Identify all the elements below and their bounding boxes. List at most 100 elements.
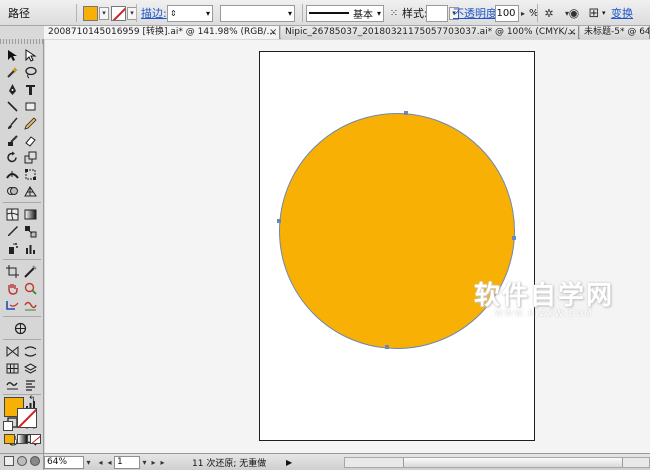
recolor-artwork-button[interactable]: ✲ xyxy=(541,0,557,26)
selected-circle-shape[interactable] xyxy=(279,113,515,349)
color-mode-icon[interactable] xyxy=(4,434,15,444)
free-transform-tool-icon[interactable] xyxy=(22,166,39,182)
fill-swatch[interactable] xyxy=(83,5,98,21)
zoom-control[interactable]: 64% ▾ xyxy=(44,455,93,469)
stroke-weight-field[interactable]: ⇕ ▾ xyxy=(167,0,213,26)
fill-color-control[interactable]: ▾ xyxy=(83,0,109,26)
gradient-mode-icon[interactable] xyxy=(17,434,28,444)
perspective-grid-tool-icon[interactable] xyxy=(22,183,39,199)
bow-tie-tool-icon[interactable] xyxy=(4,343,21,359)
line-segment-tool-icon[interactable] xyxy=(4,98,21,114)
draw-normal-icon[interactable] xyxy=(4,456,14,466)
tab-document-3[interactable]: 未标题-5* @ 64 xyxy=(580,26,650,39)
chevron-down-icon[interactable]: ▾ xyxy=(377,9,381,18)
draw-behind-icon[interactable] xyxy=(17,456,27,466)
paintbrush-tool-icon[interactable] xyxy=(4,115,21,131)
artboard-tool-icon[interactable] xyxy=(4,263,21,279)
target-icon[interactable]: ◉ xyxy=(566,0,582,26)
spiral-tool-icon[interactable] xyxy=(4,377,21,393)
chart-grid-tool-icon[interactable] xyxy=(4,360,21,376)
style-label: 样式: xyxy=(402,7,428,20)
stroke-color-control[interactable]: ▾ xyxy=(111,0,137,26)
stepper-icon[interactable]: ⇕ xyxy=(170,9,177,18)
gradient-tool-icon[interactable] xyxy=(22,206,39,222)
transform-panel-link[interactable]: 变换 xyxy=(611,5,633,21)
divider xyxy=(3,202,41,203)
rotate-tool-icon[interactable] xyxy=(4,149,21,165)
chevron-down-icon[interactable]: ▾ xyxy=(140,458,149,467)
brush-definition[interactable]: 基本 ▾ xyxy=(306,0,384,26)
text-align-tool-icon[interactable] xyxy=(22,377,39,393)
slice-tool-icon[interactable] xyxy=(22,263,39,279)
blob-brush-tool-icon[interactable] xyxy=(4,132,21,148)
chevron-down-icon[interactable]: ▾ xyxy=(99,6,109,20)
opacity-link-wrap[interactable]: 不透明度: xyxy=(453,0,501,26)
opacity-panel-link[interactable]: 不透明度: xyxy=(453,5,501,21)
first-artboard-icon[interactable]: ◂ xyxy=(96,458,105,467)
tab-label: 未标题-5* @ 64 xyxy=(584,27,650,37)
chevron-right-icon[interactable]: ▸ xyxy=(519,5,527,21)
stroke-link-wrap[interactable]: 描边: xyxy=(141,0,167,26)
close-icon[interactable]: × xyxy=(568,26,576,39)
layer-stack-tool-icon[interactable] xyxy=(22,360,39,376)
variable-width-profile[interactable]: ▾ xyxy=(220,0,295,26)
zoom-tool-icon[interactable] xyxy=(22,280,39,296)
pen-tool-icon[interactable] xyxy=(4,81,21,97)
last-artboard-icon[interactable]: ▸ xyxy=(158,458,167,467)
draw-inside-icon[interactable] xyxy=(30,456,40,466)
divider xyxy=(3,316,41,317)
none-mode-icon[interactable] xyxy=(30,434,41,444)
scale-tool-icon[interactable] xyxy=(22,149,39,165)
width-tool-icon[interactable] xyxy=(4,166,21,182)
default-colors-icon[interactable] xyxy=(3,421,13,431)
divider xyxy=(3,339,41,340)
opacity-field[interactable]: 100 ▸ % xyxy=(495,0,539,26)
tab-document-1[interactable]: 2008710145016959 [转换].ai* @ 141.98% (RGB… xyxy=(44,26,280,39)
pencil-tool-icon[interactable] xyxy=(22,115,39,131)
grid-options-icon[interactable]: ⁙ xyxy=(386,0,402,26)
stroke-color-box-none[interactable] xyxy=(17,408,37,428)
blend-tool-icon[interactable] xyxy=(22,223,39,239)
magic-wand-tool-icon[interactable] xyxy=(4,64,21,80)
column-graph-tool-icon[interactable] xyxy=(22,240,39,256)
wave-path-tool-icon[interactable] xyxy=(22,297,39,313)
isolate-link-wrap[interactable]: 变换 xyxy=(611,0,633,26)
direct-selection-tool-icon[interactable] xyxy=(22,47,39,63)
close-icon[interactable]: × xyxy=(269,26,277,39)
divider xyxy=(302,4,303,22)
align-grid-icon[interactable]: ⊞ ▾ xyxy=(586,0,606,26)
selection-tool-icon[interactable] xyxy=(4,47,21,63)
selection-type-label: 路径 xyxy=(8,0,30,26)
stroke-panel-link[interactable]: 描边: xyxy=(141,5,167,21)
join-path-tool-icon[interactable] xyxy=(4,297,21,313)
status-menu-arrow[interactable]: ▶ xyxy=(286,455,292,469)
type-tool-icon[interactable] xyxy=(22,81,39,97)
symbol-sprayer-tool-icon[interactable] xyxy=(4,240,21,256)
lasso-tool-icon[interactable] xyxy=(22,64,39,80)
eraser-tool-icon[interactable] xyxy=(22,132,39,148)
opacity-input[interactable]: 100 xyxy=(495,4,519,22)
horizontal-scrollbar[interactable] xyxy=(344,457,650,468)
rectangle-tool-icon[interactable] xyxy=(22,98,39,114)
chevron-down-icon[interactable]: ▾ xyxy=(288,9,292,18)
warp-tool-icon[interactable] xyxy=(22,343,39,359)
stroke-swatch-none[interactable] xyxy=(111,5,126,21)
chevron-right-icon[interactable]: ▶ xyxy=(286,458,292,467)
previous-artboard-icon[interactable]: ◂ xyxy=(105,458,114,467)
chevron-down-icon[interactable]: ▾ xyxy=(84,458,93,467)
hand-tool-icon[interactable] xyxy=(4,280,21,296)
tab-label: 2008710145016959 [转换].ai* @ 141.98% (RGB… xyxy=(48,27,276,37)
swap-fill-stroke-icon[interactable]: ↰ xyxy=(28,395,36,405)
next-artboard-icon[interactable]: ▸ xyxy=(149,458,158,467)
tab-document-2[interactable]: Nipic_26785037_20180321175057703037.ai* … xyxy=(281,26,579,39)
artboard-number-field[interactable]: 1 xyxy=(114,455,140,469)
scrollbar-thumb[interactable] xyxy=(403,458,623,467)
color-mode-buttons xyxy=(4,434,42,444)
shape-builder-tool-icon[interactable] xyxy=(4,183,21,199)
eyedropper-tool-icon[interactable] xyxy=(4,223,21,239)
panel-grip[interactable] xyxy=(0,39,44,44)
zoom-field[interactable]: 64% xyxy=(44,455,84,469)
crosshair-target-icon[interactable] xyxy=(12,320,29,336)
chevron-down-icon[interactable]: ▾ xyxy=(206,9,210,18)
mesh-tool-icon[interactable] xyxy=(4,206,21,222)
